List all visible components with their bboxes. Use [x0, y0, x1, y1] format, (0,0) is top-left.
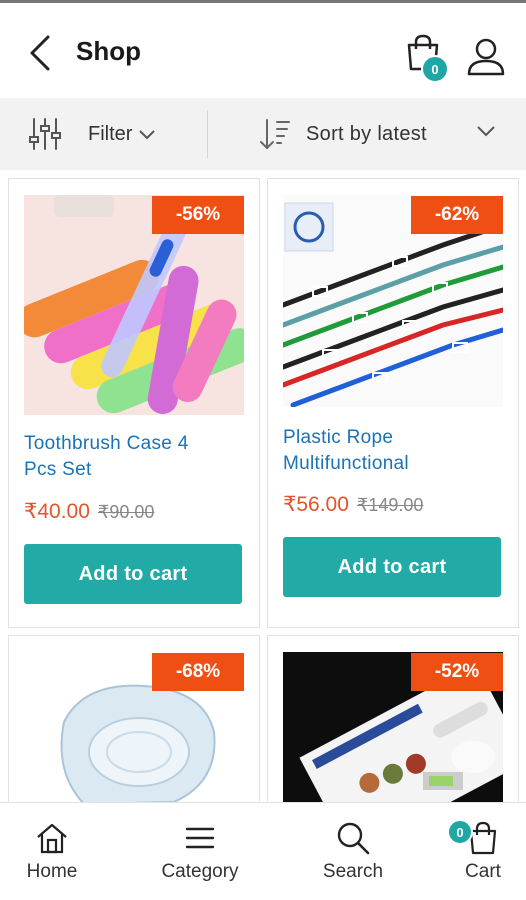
- product-name-line: Toothbrush Case 4: [24, 433, 189, 454]
- product-name[interactable]: Toothbrush Case 4 Pcs Set: [24, 431, 249, 483]
- filter-button[interactable]: Filter: [28, 112, 156, 156]
- nav-search-label: Search: [322, 861, 384, 882]
- discount-badge: -68%: [152, 653, 244, 691]
- filter-label: Filter: [88, 122, 133, 145]
- sort-dropdown[interactable]: Sort by latest: [258, 112, 504, 156]
- price-row: ₹56.00 ₹149.00: [283, 492, 423, 517]
- add-to-cart-button[interactable]: Add to cart: [24, 544, 242, 604]
- bottom-navigation: Home Category Search 0 Cart: [0, 802, 526, 900]
- toolbar-divider: [207, 110, 208, 158]
- nav-home[interactable]: Home: [12, 803, 92, 900]
- nav-cart[interactable]: 0 Cart: [447, 803, 516, 900]
- discount-badge: -62%: [411, 196, 503, 234]
- back-button[interactable]: [22, 33, 58, 73]
- sale-price: ₹40.00: [24, 500, 90, 523]
- add-to-cart-button[interactable]: Add to cart: [283, 537, 501, 597]
- product-card: -56% Toothbrush Case 4 Pcs Set ₹40.00 ₹9…: [8, 178, 260, 628]
- sort-label: Sort by latest: [306, 122, 427, 145]
- original-price: ₹149.00: [356, 495, 424, 515]
- app-header: Shop 0: [0, 3, 526, 98]
- product-name-line: Plastic Rope: [283, 427, 394, 448]
- product-name-line: Pcs Set: [24, 459, 92, 480]
- back-arrow-icon: [30, 35, 50, 71]
- chevron-down-icon: [139, 130, 156, 140]
- cart-count-badge: 0: [447, 819, 473, 845]
- product-card: -68%: [8, 635, 260, 810]
- sort-icon: [260, 119, 290, 150]
- filter-sliders-icon: [29, 118, 61, 150]
- price-row: ₹40.00 ₹90.00: [24, 499, 154, 524]
- account-button[interactable]: [466, 37, 506, 77]
- product-name-line: Multifunctional: [283, 453, 409, 474]
- nav-home-label: Home: [26, 861, 78, 882]
- nav-search[interactable]: Search: [310, 803, 396, 900]
- nav-cart-label: Cart: [465, 861, 501, 882]
- nav-category-label: Category: [161, 861, 239, 882]
- product-name[interactable]: Plastic Rope Multifunctional: [283, 425, 508, 477]
- search-icon: [337, 822, 370, 855]
- discount-badge: -56%: [152, 196, 244, 234]
- sale-price: ₹56.00: [283, 493, 349, 516]
- nav-category[interactable]: Category: [150, 803, 250, 900]
- menu-icon: [185, 827, 215, 849]
- filter-sort-toolbar: Filter Sort by latest: [0, 98, 526, 170]
- original-price: ₹90.00: [97, 502, 155, 522]
- discount-badge: -52%: [411, 653, 503, 691]
- product-card: -62% Plastic Rope Multifunctional ₹56.00…: [267, 178, 519, 628]
- user-icon: [467, 38, 505, 76]
- product-card: -52%: [267, 635, 519, 810]
- chevron-down-icon: [477, 126, 495, 137]
- bag-count-badge: 0: [421, 55, 449, 83]
- page-title: Shop: [76, 36, 141, 66]
- home-icon: [37, 823, 67, 854]
